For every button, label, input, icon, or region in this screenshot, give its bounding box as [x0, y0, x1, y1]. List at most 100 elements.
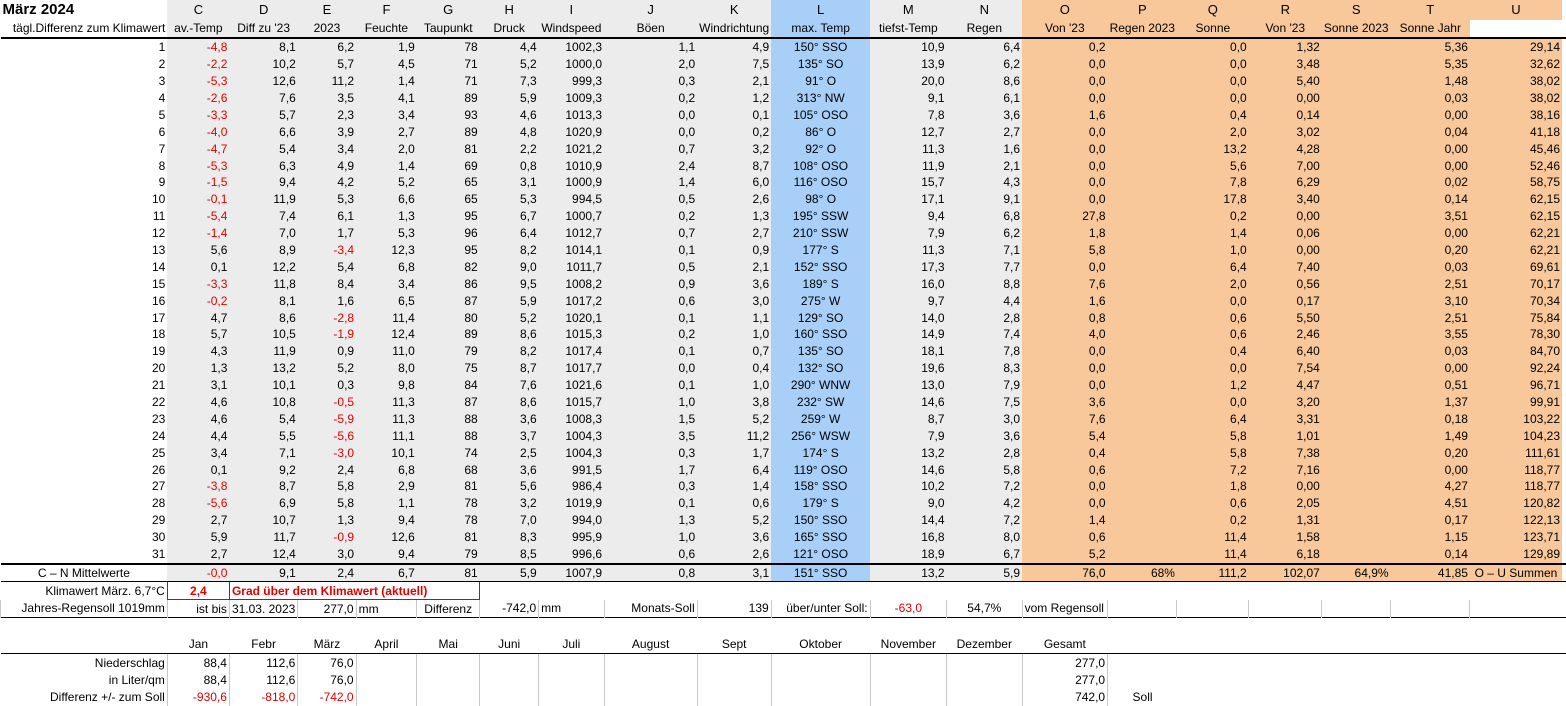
- table-cell: 4,28: [1249, 140, 1322, 157]
- table-row: 213,110,10,39,8847,61021,60,11,0290° WNW…: [1, 377, 1566, 394]
- table-cell: 4,6: [167, 394, 229, 411]
- table-cell: 1,1: [356, 495, 417, 512]
- table-cell: 89: [417, 326, 480, 343]
- difference-value: -742,0: [480, 600, 539, 618]
- table-cell: 10,8: [229, 394, 297, 411]
- empty-cell: [1470, 671, 1562, 688]
- table-cell: [1108, 90, 1177, 107]
- table-cell: 0,4: [1177, 106, 1249, 123]
- table-cell: 0,0: [1177, 360, 1249, 377]
- difference-label: Differenz: [417, 600, 480, 618]
- monats-soll-value: 139: [697, 600, 771, 618]
- empty-cell: [1562, 258, 1566, 275]
- table-cell: 12,4: [229, 546, 297, 564]
- column-letter: J: [604, 0, 697, 20]
- table-cell: [1322, 546, 1391, 564]
- empty-cell: [1470, 653, 1562, 671]
- month-value: 76,0: [298, 671, 356, 688]
- table-cell: 92° O: [771, 140, 870, 157]
- mean-cell: 6,7: [356, 564, 417, 582]
- table-cell: 27,8: [1022, 208, 1108, 225]
- differenz-row-label: Differenz +/- zum Soll: [1, 689, 168, 706]
- table-row: 260,19,22,46,8683,6991,51,76,4119° OSO14…: [1, 461, 1566, 478]
- table-cell: [1322, 377, 1391, 394]
- column-letter: K: [697, 0, 771, 20]
- table-cell: 7,2: [947, 512, 1023, 529]
- table-cell: 7,8: [947, 343, 1023, 360]
- table-cell: [1108, 191, 1177, 208]
- table-cell: 0,3: [604, 444, 697, 461]
- table-cell: [1322, 242, 1391, 259]
- table-cell: 3,6: [947, 106, 1023, 123]
- table-cell: 88: [417, 427, 480, 444]
- table-cell: 2,7: [697, 225, 771, 242]
- table-cell: [1108, 343, 1177, 360]
- table-cell: 17,8: [1177, 191, 1249, 208]
- table-cell: [1108, 394, 1177, 411]
- table-cell: 0,00: [1391, 360, 1470, 377]
- empty-cell: [1562, 512, 1566, 529]
- empty-cell: [870, 618, 946, 636]
- table-cell: [1322, 410, 1391, 427]
- regensoll-row: Jahres-Regensoll 1019mmist bis31.03. 202…: [1, 600, 1566, 618]
- table-cell: 5,8: [1177, 427, 1249, 444]
- table-cell: 5,35: [1391, 56, 1470, 73]
- table-cell: 3,6: [480, 410, 539, 427]
- table-cell: 86: [417, 275, 480, 292]
- table-cell: 1,58: [1249, 529, 1322, 546]
- table-cell: 95: [417, 208, 480, 225]
- empty-cell: [1391, 582, 1470, 600]
- column-letter: E: [298, 0, 356, 20]
- table-cell: 4,7: [167, 309, 229, 326]
- column-header: Feuchte: [356, 20, 417, 38]
- table-cell: [1108, 38, 1177, 56]
- table-cell: 8,3: [480, 529, 539, 546]
- empty-cell: [947, 582, 1023, 600]
- table-cell: 1,6: [1022, 292, 1108, 309]
- table-cell: 78: [417, 38, 480, 56]
- empty-cell: [356, 618, 417, 636]
- table-cell: 9,7: [870, 292, 946, 309]
- empty-cell: [1562, 546, 1566, 564]
- empty-cell: [1562, 444, 1566, 461]
- difference-unit: mm: [539, 600, 604, 618]
- table-cell: 129,89: [1470, 546, 1562, 564]
- table-cell: -3,3: [167, 106, 229, 123]
- table-cell: 6,8: [356, 461, 417, 478]
- empty-cell: [1, 618, 168, 636]
- table-cell: 0,20: [1391, 242, 1470, 259]
- table-cell: 135° SO: [771, 56, 870, 73]
- table-cell: 12,7: [870, 123, 946, 140]
- month-value: -818,0: [229, 689, 297, 706]
- table-cell: 1,0: [697, 377, 771, 394]
- table-cell: 3,6: [1022, 394, 1108, 411]
- mean-cell: 2,4: [298, 564, 356, 582]
- table-row: 305,911,7-0,912,6818,3995,91,03,6165° SS…: [1, 529, 1566, 546]
- table-cell: 0,0: [1177, 394, 1249, 411]
- empty-cell: [417, 671, 480, 688]
- table-cell: 5,9: [167, 529, 229, 546]
- empty-cell: [1322, 636, 1391, 654]
- table-cell: 3,6: [697, 529, 771, 546]
- table-cell: 15,7: [870, 174, 946, 191]
- empty-cell: [539, 582, 604, 600]
- table-cell: 5,36: [1391, 38, 1470, 56]
- table-cell: [1108, 512, 1177, 529]
- table-cell: 165° SSO: [771, 529, 870, 546]
- empty-cell: [771, 671, 870, 688]
- table-cell: 82: [417, 258, 480, 275]
- table-cell: 12,2: [229, 258, 297, 275]
- month-header: August: [604, 636, 697, 654]
- table-cell: 5,8: [1022, 242, 1108, 259]
- table-cell: 986,4: [539, 478, 604, 495]
- table-cell: 8,8: [947, 275, 1023, 292]
- table-cell: 78,30: [1470, 326, 1562, 343]
- table-cell: [1322, 225, 1391, 242]
- row-number: 30: [1, 529, 168, 546]
- row-number: 13: [1, 242, 168, 259]
- table-cell: 2,6: [697, 546, 771, 564]
- table-cell: 2,51: [1391, 275, 1470, 292]
- table-cell: 0,3: [298, 377, 356, 394]
- table-row: 292,710,71,39,4787,0994,01,35,2150° SSO1…: [1, 512, 1566, 529]
- table-cell: 3,2: [697, 140, 771, 157]
